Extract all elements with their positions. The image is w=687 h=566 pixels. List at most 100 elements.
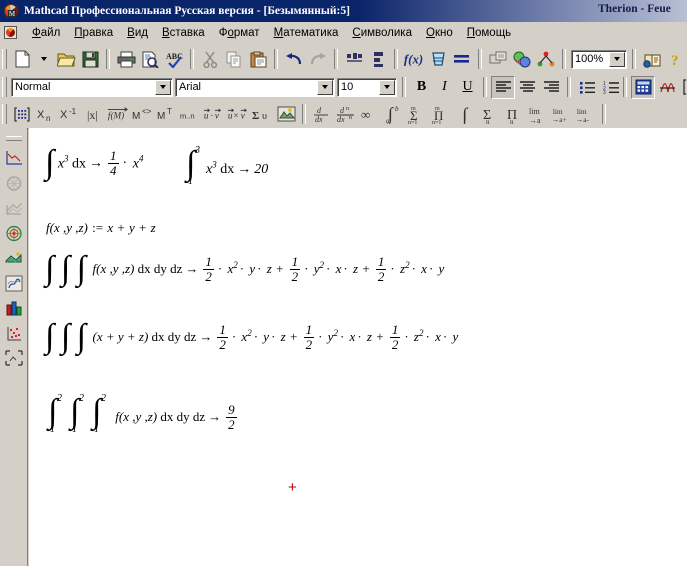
subscript-icon[interactable]: Xn [34, 103, 58, 126]
polar-plot-icon[interactable] [2, 171, 26, 195]
summation-icon[interactable]: m Σ n=1 [406, 103, 430, 126]
fraction-one-half: 12 [375, 254, 387, 284]
align-left-icon[interactable] [491, 75, 515, 99]
graph-palette-icon[interactable] [655, 76, 679, 99]
new-dropdown-icon[interactable] [34, 48, 54, 71]
math-region-function-definition[interactable]: f(x ,y ,z) := x + y + z [46, 220, 156, 236]
vector-sum-icon[interactable]: Συ [250, 103, 274, 126]
math-region-definite-triple-integral[interactable]: ∫ 2 1 ∫ 2 1 ∫ 2 1 f(x ,y ,z) dx dy dz → 9 2 [46, 393, 239, 440]
bold-button[interactable]: B [410, 77, 433, 98]
math-region-indefinite-integral[interactable]: ∫ x3 dx → 1 4 · x4 [45, 145, 143, 180]
determinant-icon[interactable]: |x| [82, 103, 106, 126]
hyperlink-icon[interactable] [534, 48, 558, 71]
upper-limit-2: 2 [57, 393, 62, 404]
zoom-combo[interactable]: 100% [571, 49, 627, 69]
bar-chart-icon[interactable] [2, 296, 26, 320]
term-y: y [438, 261, 445, 277]
limit-right-icon[interactable]: lim →a+ [550, 103, 574, 126]
range-variable-icon[interactable]: m..n [178, 103, 202, 126]
math-region-triple-integral-f[interactable]: ∫ ∫ ∫ f(x ,y ,z) dx dy dz → 1 2 · x2 · y · z +… [45, 251, 445, 286]
sidebar-grip[interactable] [5, 136, 22, 141]
infinity-icon[interactable]: ∞ [358, 103, 382, 126]
calculator-palette-icon[interactable] [631, 75, 655, 99]
resource-center-icon[interactable] [640, 48, 664, 71]
range-sum-icon[interactable]: Σ n [478, 103, 502, 126]
copy-icon[interactable] [222, 48, 246, 71]
math-region-triple-integral-expression[interactable]: ∫ ∫ ∫ (x + y + z) dx dy dz → 1 2 · x2 · y · z … [45, 319, 458, 354]
matrix-column-icon[interactable]: M <> [130, 103, 154, 126]
italic-button[interactable]: I [433, 77, 456, 98]
vectorize-icon[interactable]: f(M) [106, 103, 130, 126]
align-down-icon[interactable] [366, 48, 390, 71]
redo-arrow-icon[interactable] [306, 48, 330, 71]
limit-left-icon[interactable]: lim →a- [574, 103, 598, 126]
cut-scissors-icon[interactable] [198, 48, 222, 71]
xy-plot-icon[interactable] [2, 146, 26, 170]
vector-field-icon[interactable] [2, 271, 26, 295]
zoom-dropdown-arrow[interactable] [609, 51, 625, 67]
range-product-icon[interactable]: Π n [502, 103, 526, 126]
definite-integral-icon[interactable]: ∫ b a [382, 103, 406, 126]
menu-item-file[interactable]: Файл [25, 25, 67, 42]
worksheet-canvas[interactable]: ∫ x3 dx → 1 4 · x4 ∫ 3 1 x3 dx → 20 f(x ,y ,z)… [29, 128, 687, 566]
spellcheck-icon[interactable]: ABC [162, 48, 186, 71]
toolbar-grip[interactable] [2, 77, 7, 97]
print-icon[interactable] [114, 48, 138, 71]
indefinite-integral-icon[interactable]: ∫ [454, 103, 478, 126]
picture-operator-icon[interactable] [274, 103, 298, 126]
underline-button[interactable]: U [456, 77, 479, 98]
paragraph-style-combo[interactable]: Normal [11, 77, 173, 97]
surface-plot-icon[interactable] [2, 196, 26, 220]
align-across-icon[interactable] [342, 48, 366, 71]
limit-icon[interactable]: lim →a [526, 103, 550, 126]
derivative-icon[interactable]: d dx [310, 103, 334, 126]
nth-derivative-icon[interactable]: d n dx n [334, 103, 358, 126]
menu-item-window[interactable]: Окно [419, 25, 460, 42]
toolbar-grip[interactable] [2, 49, 7, 69]
bullet-list-icon[interactable] [575, 76, 599, 99]
toolbar-grip[interactable] [2, 104, 7, 124]
menu-item-math[interactable]: Математика [267, 25, 346, 42]
help-question-icon[interactable]: ? [664, 48, 687, 71]
insert-units-icon[interactable] [426, 48, 450, 71]
font-size-combo[interactable]: 10 [337, 77, 397, 97]
align-right-icon[interactable] [539, 76, 563, 99]
new-document-icon[interactable] [10, 48, 34, 71]
run-component-icon[interactable] [510, 48, 534, 71]
matrix-palette-icon[interactable] [679, 76, 687, 99]
print-preview-icon[interactable] [138, 48, 162, 71]
save-floppy-icon[interactable] [78, 48, 102, 71]
insert-function-icon[interactable]: f(x) [402, 48, 426, 71]
symbolic-arrow: → [185, 261, 199, 277]
menu-item-help[interactable]: Помощь [460, 25, 518, 42]
menu-item-format[interactable]: Формат [212, 25, 267, 42]
menu-item-edit[interactable]: Правка [67, 25, 120, 42]
align-center-icon[interactable] [515, 76, 539, 99]
size-dropdown-arrow[interactable] [379, 79, 395, 95]
matrix-icon[interactable] [10, 103, 34, 126]
inverse-icon[interactable]: X -1 [58, 103, 82, 126]
zoom-plot-icon[interactable] [2, 346, 26, 370]
3d-scatter-icon[interactable] [2, 246, 26, 270]
paste-clipboard-icon[interactable] [246, 48, 270, 71]
style-dropdown-arrow[interactable] [155, 79, 171, 95]
scatter-plot-icon[interactable] [2, 321, 26, 345]
font-family-combo[interactable]: Arial [175, 77, 335, 97]
undo-arrow-icon[interactable] [282, 48, 306, 71]
menu-item-view[interactable]: Вид [120, 25, 155, 42]
insert-component-icon[interactable] [486, 48, 510, 71]
contour-plot-icon[interactable] [2, 221, 26, 245]
cross-product-icon[interactable]: u × v [226, 103, 250, 126]
dot-product-icon[interactable]: u · v [202, 103, 226, 126]
calculate-icon[interactable] [450, 48, 474, 71]
document-control-icon[interactable] [3, 25, 19, 41]
font-dropdown-arrow[interactable] [317, 79, 333, 95]
open-folder-icon[interactable] [54, 48, 78, 71]
transpose-icon[interactable]: MT [154, 103, 178, 126]
numbered-list-icon[interactable]: 1 2 3 [599, 76, 623, 99]
math-region-definite-integral[interactable]: ∫ 3 1 x3 dx → 20 [184, 145, 268, 192]
svg-text:d: d [340, 106, 345, 115]
product-icon[interactable]: m Π n=1 [430, 103, 454, 126]
menu-item-insert[interactable]: Вставка [155, 25, 212, 42]
menu-item-symbolic[interactable]: Символика [345, 25, 419, 42]
